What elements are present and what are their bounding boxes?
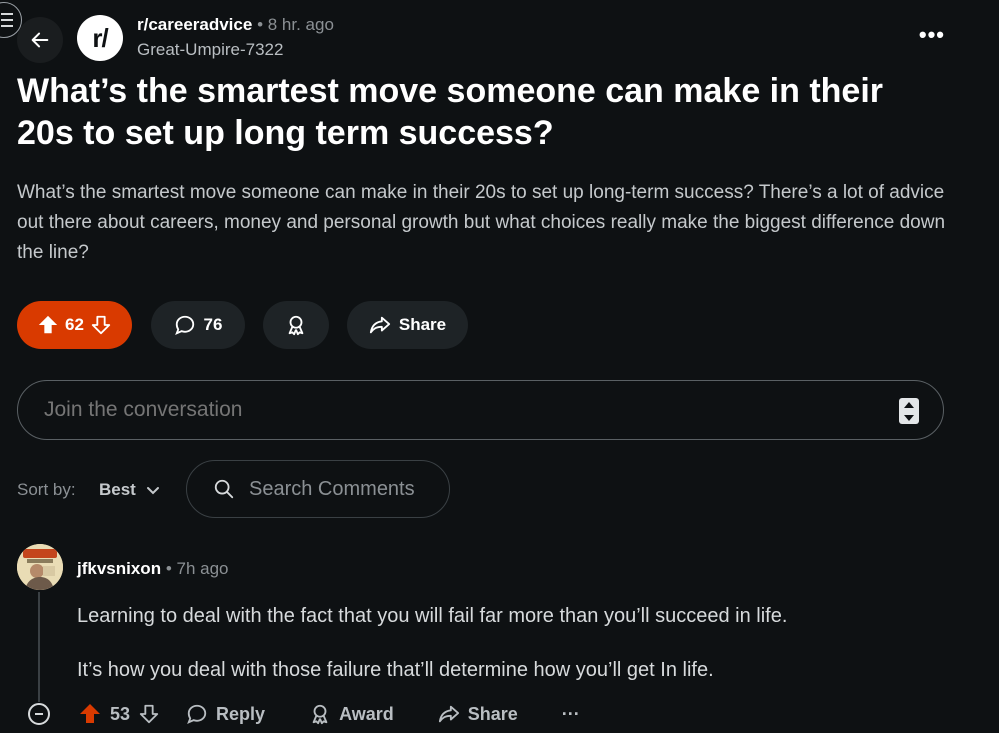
- post-meta: r/careeradvice • 8 hr. ago: [137, 15, 334, 35]
- share-button[interactable]: Share: [347, 301, 468, 349]
- comment-paragraph: It’s how you deal with those failure tha…: [77, 659, 714, 681]
- reply-label: Reply: [216, 703, 266, 724]
- chevron-down-icon: [146, 487, 159, 495]
- comment-actions: 53 Reply Award Share ···: [28, 702, 580, 726]
- more-horizontal-icon: •••: [918, 22, 945, 47]
- scroll-arrows-icon[interactable]: [899, 398, 919, 424]
- upvote-icon[interactable]: [78, 702, 102, 726]
- subreddit-avatar[interactable]: r/: [77, 15, 123, 61]
- vote-control: 62: [17, 301, 132, 349]
- avatar[interactable]: [17, 544, 63, 590]
- award-button[interactable]: [263, 301, 329, 349]
- post-title: What’s the smartest move someone can mak…: [17, 72, 884, 152]
- post-body: What’s the smartest move someone can mak…: [17, 182, 946, 263]
- back-button[interactable]: [17, 17, 63, 63]
- post-timestamp: 8 hr. ago: [267, 15, 334, 34]
- meta-separator: •: [165, 559, 172, 578]
- comment-timestamp: 7h ago: [176, 559, 229, 578]
- downvote-icon[interactable]: [90, 314, 112, 336]
- more-horizontal-icon: ···: [561, 703, 580, 724]
- share-button[interactable]: Share: [438, 703, 518, 725]
- search-comments-field[interactable]: Search Comments: [186, 460, 450, 518]
- comments-button[interactable]: 76: [151, 301, 245, 349]
- minus-icon: [35, 713, 43, 715]
- sort-value: Best: [99, 480, 136, 499]
- award-icon: [312, 704, 328, 725]
- subreddit-link[interactable]: r/careeradvice: [137, 15, 252, 34]
- share-label: Share: [398, 315, 447, 334]
- comment-icon: [174, 315, 194, 335]
- meta-separator: •: [257, 15, 264, 34]
- comment-vote-control: 53: [78, 702, 160, 726]
- search-placeholder: Search Comments: [249, 477, 415, 500]
- comment-count: 76: [203, 315, 223, 334]
- collapse-thread-button[interactable]: [28, 703, 50, 725]
- reply-button[interactable]: Reply: [186, 703, 265, 725]
- thread-line[interactable]: [38, 592, 40, 702]
- share-icon: [369, 316, 390, 334]
- more-options-button[interactable]: •••: [919, 22, 945, 48]
- comment-paragraph: Learning to deal with the fact that you …: [77, 605, 788, 627]
- sort-dropdown[interactable]: Best: [99, 480, 160, 500]
- share-icon: [438, 705, 459, 723]
- comment-composer[interactable]: [17, 380, 944, 440]
- comment-more-button[interactable]: ···: [562, 704, 580, 725]
- comment-vote-count: 53: [110, 703, 131, 724]
- award-label: Award: [339, 703, 394, 724]
- downvote-icon[interactable]: [138, 703, 160, 725]
- post-vote-count: 62: [65, 315, 84, 334]
- share-label: Share: [467, 703, 518, 724]
- arrow-left-icon: [31, 32, 49, 48]
- post-author[interactable]: Great-Umpire-7322: [137, 40, 283, 60]
- comment-input[interactable]: [42, 397, 846, 423]
- comment-meta: jfkvsnixon • 7h ago: [77, 559, 229, 579]
- award-button[interactable]: Award: [309, 703, 394, 725]
- comment-author[interactable]: jfkvsnixon: [77, 559, 161, 578]
- search-icon: [214, 479, 234, 499]
- award-icon: [288, 315, 304, 336]
- sort-label: Sort by:: [17, 480, 76, 499]
- upvote-icon[interactable]: [37, 314, 59, 336]
- comment-icon: [187, 704, 207, 724]
